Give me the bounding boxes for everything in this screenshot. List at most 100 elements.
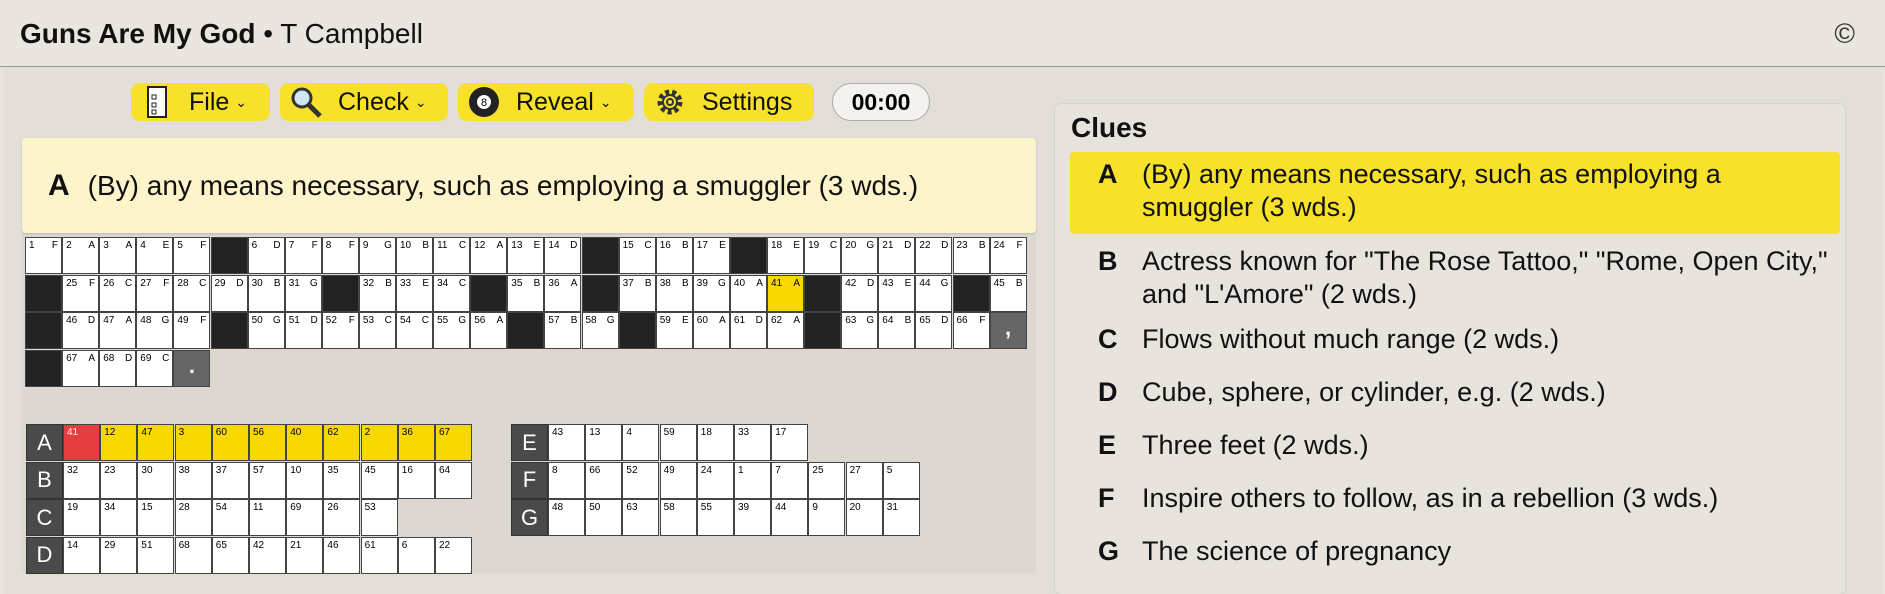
answer-cell[interactable]: 51	[137, 536, 175, 574]
answer-cell[interactable]: 22	[435, 536, 472, 574]
answer-cell[interactable]: 5	[882, 461, 920, 499]
grid-cell[interactable]: 48 G	[136, 312, 174, 349]
answer-cell[interactable]: 13	[585, 424, 623, 461]
answer-cell[interactable]: 30	[137, 461, 175, 499]
grid-cell[interactable]: 42 D	[841, 274, 879, 312]
grid-cell[interactable]: 28 C	[173, 274, 211, 312]
answer-cell[interactable]: 63	[622, 499, 660, 536]
grid-cell[interactable]: 12 A	[470, 237, 508, 274]
answer-cell[interactable]: 7	[771, 461, 809, 499]
grid-cell[interactable]: 20 G	[841, 237, 879, 274]
clue-item[interactable]: A (By) any means necessary, such as emplo…	[1070, 152, 1840, 234]
grid-cell[interactable]: 26 C	[99, 274, 137, 312]
grid-cell[interactable]: 21 D	[878, 237, 916, 274]
grid-cell[interactable]: 65 D	[915, 312, 953, 349]
clue-item[interactable]: C Flows without much range (2 wds.)	[1070, 317, 1840, 367]
grid-cell[interactable]: 46 D	[62, 312, 100, 349]
grid-cell[interactable]: 56 A	[470, 312, 508, 349]
answer-cell[interactable]: 16	[397, 461, 435, 499]
grid-cell[interactable]: 49 F	[173, 312, 211, 349]
answer-cell[interactable]: 40	[286, 424, 324, 461]
answer-cell[interactable]: 9	[808, 499, 846, 536]
answer-cell[interactable]: 26	[323, 499, 361, 536]
answer-cell[interactable]: 6	[397, 536, 435, 574]
grid-cell[interactable]: 59 E	[655, 312, 693, 349]
grid-cell[interactable]: 6D	[247, 237, 285, 274]
answer-cell[interactable]: 32	[63, 461, 100, 499]
grid-cell[interactable]: 54 C	[396, 312, 433, 349]
grid-cell[interactable]: 29 D	[210, 274, 248, 312]
grid-cell[interactable]: 67 A	[62, 349, 100, 387]
answer-cell[interactable]: 25	[808, 461, 846, 499]
answer-cell[interactable]: 49	[659, 461, 697, 499]
grid-cell[interactable]: 35 B	[507, 274, 545, 312]
grid-cell[interactable]: 50 G	[247, 312, 285, 349]
grid-cell[interactable]: 41 A	[767, 274, 804, 312]
answer-cell[interactable]: 56	[249, 424, 286, 461]
grid-cell[interactable]: 9G	[358, 237, 396, 274]
settings-button[interactable]: Settings	[644, 83, 814, 121]
answer-cell[interactable]: 2	[360, 424, 398, 461]
answer-cell[interactable]: 62	[323, 424, 361, 461]
answer-cell[interactable]: 48	[548, 499, 585, 536]
grid-cell[interactable]: 37 B	[618, 274, 656, 312]
grid-cell[interactable]: 60 A	[692, 312, 730, 349]
grid-cell[interactable]: 15 C	[618, 237, 656, 274]
answer-cell[interactable]: 34	[100, 499, 138, 536]
answer-cell[interactable]: 23	[100, 461, 138, 499]
grid-cell[interactable]: 14 D	[544, 237, 582, 274]
answer-cell[interactable]: 54	[211, 499, 249, 536]
answer-cell[interactable]: 66	[585, 461, 623, 499]
grid-cell[interactable]: 32 B	[358, 274, 396, 312]
answer-cell[interactable]: 60	[211, 424, 249, 461]
grid-cell[interactable]: 31 G	[284, 274, 322, 312]
answer-row-label[interactable]: E	[511, 424, 548, 461]
grid-cell[interactable]: 52 F	[321, 312, 359, 349]
answer-cell[interactable]: 28	[174, 499, 212, 536]
grid-cell[interactable]: 63 G	[841, 312, 879, 349]
answer-cell[interactable]: 68	[174, 536, 212, 574]
answer-row-label[interactable]: A	[26, 424, 63, 461]
timer[interactable]: 00:00	[832, 83, 930, 121]
answer-cell[interactable]: 10	[286, 461, 324, 499]
grid-cell[interactable]: 7F	[284, 237, 322, 274]
answer-cell[interactable]: 33	[734, 424, 771, 461]
grid-cell[interactable]: 16 B	[655, 237, 693, 274]
grid-cell[interactable]: 47 A	[99, 312, 137, 349]
answer-cell[interactable]: 41	[63, 424, 100, 461]
grid-cell[interactable]: 19 C	[804, 237, 842, 274]
grid-cell[interactable]: 23 B	[952, 237, 990, 274]
grid-cell[interactable]: 69 C	[136, 349, 174, 387]
grid-cell[interactable]: 25 F	[62, 274, 100, 312]
answer-cell[interactable]: 12	[100, 424, 138, 461]
clue-item[interactable]: G The science of pregnancy	[1070, 529, 1840, 579]
grid-cell[interactable]: 17 E	[692, 237, 730, 274]
answer-cell[interactable]: 57	[249, 461, 286, 499]
grid-cell[interactable]: 38 B	[655, 274, 693, 312]
answer-row-label[interactable]: B	[26, 461, 63, 499]
clue-item[interactable]: E Three feet (2 wds.)	[1070, 423, 1840, 473]
answer-cell[interactable]: 46	[323, 536, 361, 574]
answer-cell[interactable]: 3	[174, 424, 212, 461]
answer-cell[interactable]: 27	[845, 461, 883, 499]
answer-cell[interactable]: 31	[882, 499, 920, 536]
answer-cell[interactable]: 64	[435, 461, 472, 499]
answer-cell[interactable]: 50	[585, 499, 623, 536]
answer-cell[interactable]: 67	[435, 424, 472, 461]
check-button[interactable]: Check ⌄	[280, 83, 448, 121]
answer-cell[interactable]: 42	[249, 536, 286, 574]
grid-cell[interactable]: 53 C	[358, 312, 396, 349]
grid-cell[interactable]: 22 D	[915, 237, 953, 274]
copyright-icon[interactable]: ©	[1834, 18, 1855, 50]
grid-cell[interactable]: 34 C	[433, 274, 471, 312]
answer-cell[interactable]: 15	[137, 499, 175, 536]
grid-cell[interactable]: 8F	[321, 237, 359, 274]
answer-cell[interactable]: 53	[360, 499, 398, 536]
answer-cell[interactable]: 35	[323, 461, 361, 499]
answer-cell[interactable]: 36	[397, 424, 435, 461]
answer-cell[interactable]: 4	[622, 424, 660, 461]
answer-cell[interactable]: 11	[249, 499, 286, 536]
answer-cell[interactable]: 39	[734, 499, 771, 536]
grid-cell[interactable]: 43 E	[878, 274, 916, 312]
grid-cell[interactable]: 66 F	[952, 312, 990, 349]
